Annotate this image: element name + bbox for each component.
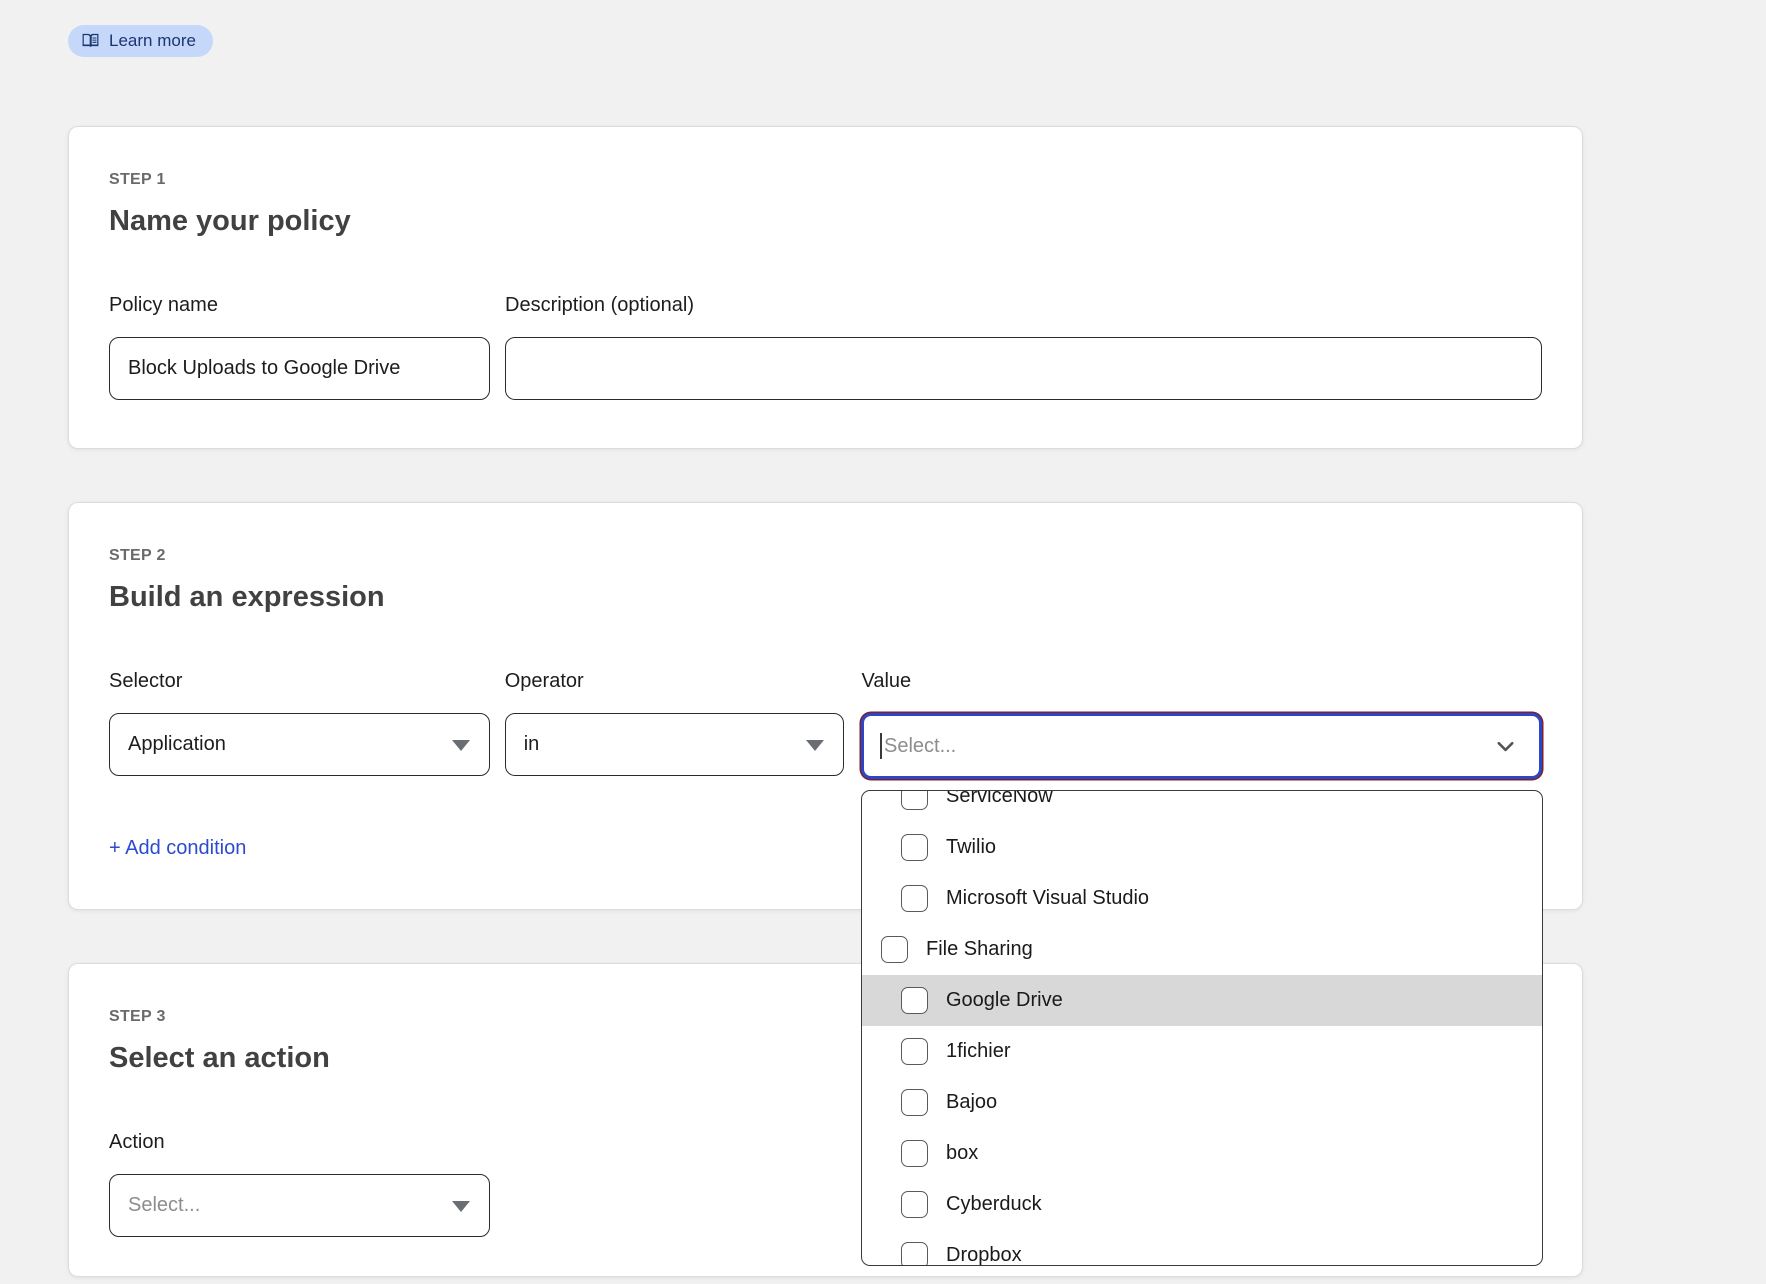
value-placeholder: Select... [884, 735, 956, 758]
checkbox-icon[interactable] [901, 885, 928, 912]
text-caret [880, 733, 882, 759]
dropdown-option-row[interactable]: Twilio [862, 822, 1542, 873]
value-dropdown-list: ServiceNow Twilio Microsoft Visual Studi… [862, 790, 1542, 1266]
description-input[interactable] [505, 337, 1542, 400]
option-label: Microsoft Visual Studio [946, 887, 1149, 910]
operator-label: Operator [505, 669, 845, 693]
step2-title: Build an expression [109, 580, 1542, 615]
step1-card: STEP 1 Name your policy Policy name Desc… [68, 126, 1583, 449]
checkbox-icon[interactable] [901, 1140, 928, 1167]
checkbox-icon[interactable] [901, 1089, 928, 1116]
dropdown-option-row[interactable]: ServiceNow [862, 790, 1542, 822]
action-select[interactable]: Select... [109, 1174, 490, 1237]
option-label: box [946, 1142, 978, 1165]
dropdown-option-row[interactable]: box [862, 1128, 1542, 1179]
value-combobox[interactable]: Select... [861, 713, 1542, 779]
operator-select[interactable]: in [505, 713, 845, 776]
option-label: Twilio [946, 836, 996, 859]
operator-value: in [524, 733, 540, 756]
policy-name-field: Policy name [109, 293, 490, 400]
step1-fields: Policy name Description (optional) [109, 293, 1542, 400]
dropdown-option-row[interactable]: Bajoo [862, 1077, 1542, 1128]
learn-more-button[interactable]: Learn more [68, 25, 213, 57]
selector-label: Selector [109, 669, 490, 693]
dropdown-option-row[interactable]: 1fichier [862, 1026, 1542, 1077]
dropdown-option-row[interactable]: Google Drive [862, 975, 1542, 1026]
description-label: Description (optional) [505, 293, 1542, 317]
dropdown-option-row[interactable]: Cyberduck [862, 1179, 1542, 1230]
option-label: Dropbox [946, 1244, 1022, 1266]
selector-select[interactable]: Application [109, 713, 490, 776]
policy-name-label: Policy name [109, 293, 490, 317]
option-label: Google Drive [946, 989, 1063, 1012]
dropdown-triangle-icon [806, 740, 824, 751]
selector-value: Application [128, 733, 226, 756]
dropdown-option-row[interactable]: Microsoft Visual Studio [862, 873, 1542, 924]
checkbox-icon[interactable] [901, 1038, 928, 1065]
selector-field: Selector Application [109, 669, 490, 779]
dropdown-option-row[interactable]: File Sharing [862, 924, 1542, 975]
checkbox-icon[interactable] [901, 834, 928, 861]
description-field: Description (optional) [505, 293, 1542, 400]
dropdown-triangle-icon [452, 1201, 470, 1212]
book-icon [81, 33, 100, 49]
value-label: Value [861, 669, 1542, 693]
value-field: Value Select... [861, 669, 1542, 779]
checkbox-icon[interactable] [901, 1242, 928, 1266]
checkbox-icon[interactable] [881, 936, 908, 963]
expression-row: Selector Application Operator in Value S… [109, 669, 1542, 779]
step2-eyebrow: STEP 2 [109, 547, 1542, 565]
dropdown-option-row[interactable]: Dropbox [862, 1230, 1542, 1266]
policy-name-input[interactable] [109, 337, 490, 400]
chevron-down-icon[interactable] [1492, 733, 1519, 760]
operator-field: Operator in [505, 669, 845, 779]
add-condition-link[interactable]: + Add condition [109, 837, 246, 860]
step1-title: Name your policy [109, 204, 1542, 239]
value-dropdown-panel: ServiceNow Twilio Microsoft Visual Studi… [861, 790, 1543, 1266]
action-label: Action [109, 1130, 490, 1154]
action-placeholder: Select... [128, 1194, 200, 1217]
dropdown-triangle-icon [452, 740, 470, 751]
step1-eyebrow: STEP 1 [109, 171, 1542, 189]
checkbox-icon[interactable] [901, 1191, 928, 1218]
policy-builder-page: Learn more STEP 1 Name your policy Polic… [0, 0, 1766, 1284]
option-label: 1fichier [946, 1040, 1010, 1063]
option-label: File Sharing [926, 938, 1033, 961]
option-label: Cyberduck [946, 1193, 1042, 1216]
learn-more-label: Learn more [109, 31, 196, 51]
option-label: Bajoo [946, 1091, 997, 1114]
option-label: ServiceNow [946, 790, 1053, 808]
checkbox-icon[interactable] [901, 790, 928, 810]
checkbox-icon[interactable] [901, 987, 928, 1014]
action-field: Action Select... [109, 1130, 490, 1237]
